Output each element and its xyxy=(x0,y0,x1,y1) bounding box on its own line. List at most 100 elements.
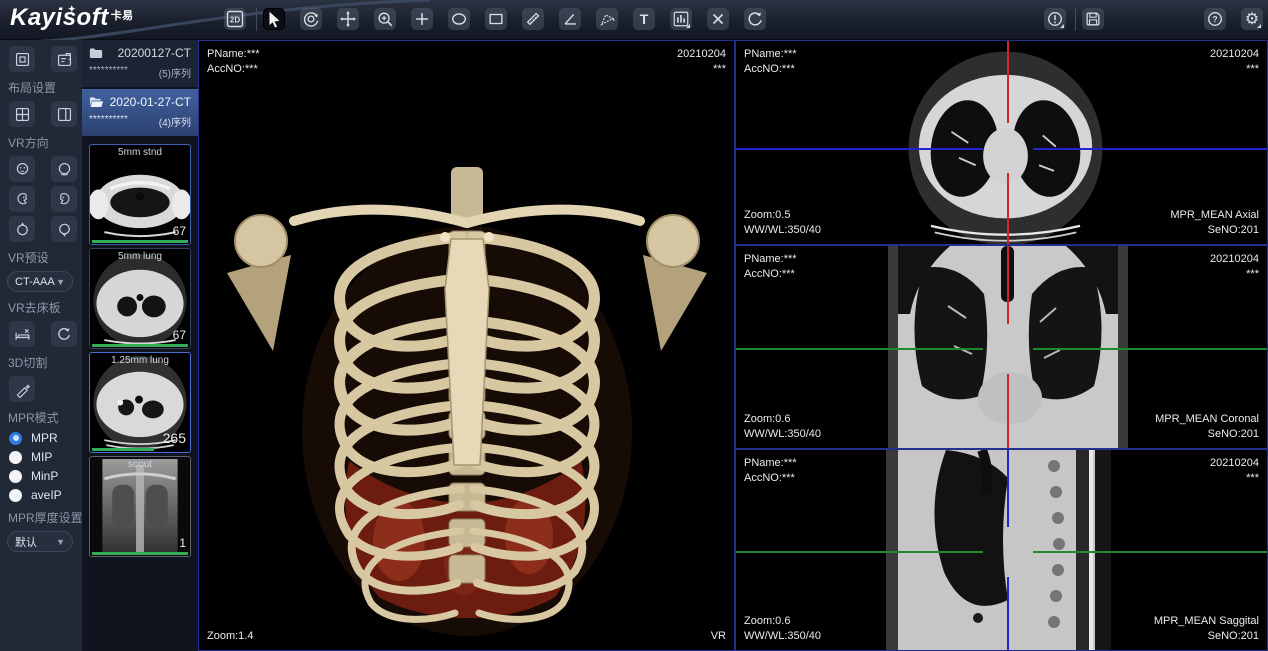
thumbnail-list: 5mm stnd 67 5mm lung 67 xyxy=(82,138,198,651)
vr-type-overlay: VR xyxy=(711,629,726,644)
split-layout-icon xyxy=(56,106,73,123)
thumbnail-image-count: 1 xyxy=(179,536,186,550)
delete-annotation-button[interactable] xyxy=(707,8,729,30)
length-tool-button[interactable] xyxy=(522,8,544,30)
vr-right-profile-icon xyxy=(56,191,73,208)
mpr-thickness-select[interactable]: 默认 ▼ xyxy=(7,531,73,552)
preset-layout-icon xyxy=(56,51,73,68)
sagittal-ct-image xyxy=(886,450,1111,650)
angle-tool-button[interactable] xyxy=(559,8,581,30)
text-tool-button[interactable]: T xyxy=(633,8,655,30)
settings-button[interactable]: ⚙ xyxy=(1241,8,1263,30)
crosshair-horizontal-line[interactable] xyxy=(1033,551,1267,553)
crosshair-tool-button[interactable] xyxy=(411,8,433,30)
series-thumbnail-5mm-lung[interactable]: 5mm lung 67 xyxy=(89,248,191,349)
sagittal-series-overlay: MPR_MEAN SaggitalSeNO:201 xyxy=(1154,614,1259,644)
split-layout-button[interactable] xyxy=(51,101,77,127)
study-item-2[interactable]: 2020-01-27-CT ********** (4)序列 xyxy=(82,89,198,136)
help-icon: ? xyxy=(1206,10,1224,28)
vr-ribcage-render-image xyxy=(199,41,735,651)
restore-bed-button[interactable] xyxy=(51,321,77,347)
viewport-mpr-sagittal[interactable]: PName:***AccNO:*** 20210204*** Zoom:0.6W… xyxy=(735,449,1268,651)
crosshair-horizontal-line[interactable] xyxy=(736,551,983,553)
reset-view-button[interactable] xyxy=(744,8,766,30)
cobb-angle-tool-button[interactable] xyxy=(596,8,618,30)
vr-superior-view-button[interactable] xyxy=(9,216,35,242)
2d-mode-button[interactable]: 2D xyxy=(224,8,246,30)
crosshair-vertical-line[interactable] xyxy=(1007,41,1009,123)
grid-2x2-layout-button[interactable] xyxy=(9,101,35,127)
radio-dot xyxy=(9,432,22,445)
viewport-mpr-axial[interactable]: PName:***AccNO:*** 20210204*** Zoom:0.5W… xyxy=(735,40,1268,245)
cut3d-button[interactable] xyxy=(9,376,35,402)
vr-posterior-view-button[interactable] xyxy=(51,156,77,182)
vr-preset-section-label: VR预设 xyxy=(8,249,82,266)
axial-series-overlay: MPR_MEAN AxialSeNO:201 xyxy=(1170,208,1259,238)
rectangle-tool-button[interactable] xyxy=(485,8,507,30)
crosshair-horizontal-line[interactable] xyxy=(1033,148,1267,150)
coronal-zoom-overlay: Zoom:0.6WW/WL:350/40 xyxy=(744,412,821,442)
ellipse-tool-button[interactable] xyxy=(448,8,470,30)
sagittal-zoom-overlay: Zoom:0.6WW/WL:350/40 xyxy=(744,614,821,644)
info-button[interactable] xyxy=(1044,8,1066,30)
series-thumbnail-scout[interactable]: scout 1 xyxy=(89,456,191,557)
crosshair-vertical-line[interactable] xyxy=(1007,374,1009,448)
vr-patient-overlay: PName:***AccNO:*** xyxy=(207,47,260,77)
thumbnail-label: 5mm lung xyxy=(90,251,190,262)
mpr-mode-section-label: MPR模式 xyxy=(8,409,82,426)
remove-bed-button[interactable] xyxy=(9,321,35,347)
pan-icon xyxy=(339,10,357,28)
radio-dot xyxy=(9,451,22,464)
single-layout-icon xyxy=(14,51,31,68)
pan-tool-button[interactable] xyxy=(337,8,359,30)
mpr-mode-radio-aveip[interactable]: aveIP xyxy=(9,488,82,502)
crosshair-horizontal-line[interactable] xyxy=(736,148,983,150)
viewport-mpr-coronal[interactable]: PName:***AccNO:*** 20210204*** Zoom:0.6W… xyxy=(735,245,1268,449)
coronal-series-overlay: MPR_MEAN CoronalSeNO:201 xyxy=(1155,412,1259,442)
study-title: 20200127-CT xyxy=(118,46,191,60)
single-layout-button[interactable] xyxy=(9,46,35,72)
reset-icon xyxy=(56,326,72,342)
cursor-tool-button[interactable] xyxy=(263,8,285,30)
series-browser-panel: 20200127-CT ********** (5)序列 2020-01-27-… xyxy=(82,40,198,651)
vr-posterior-head-icon xyxy=(56,161,73,178)
crosshair-horizontal-line[interactable] xyxy=(1033,348,1267,350)
vr-left-profile-icon xyxy=(14,191,31,208)
mpr-mode-radio-minp[interactable]: MinP xyxy=(9,469,82,483)
series-thumbnail-5mm-stnd[interactable]: 5mm stnd 67 xyxy=(89,144,191,245)
logo-sparkle-icon: ✦ xyxy=(68,4,76,15)
mpr-mode-radio-mip[interactable]: MIP xyxy=(9,450,82,464)
crosshair-horizontal-line[interactable] xyxy=(736,348,983,350)
save-button[interactable] xyxy=(1082,8,1104,30)
rectangle-icon xyxy=(487,10,505,28)
crosshair-vertical-line[interactable] xyxy=(1007,173,1009,244)
svg-text:?: ? xyxy=(1212,14,1217,24)
help-button[interactable]: ? xyxy=(1204,8,1226,30)
thumbnail-label: scout xyxy=(90,459,190,470)
crosshair-vertical-line[interactable] xyxy=(1007,577,1009,650)
vr-inferior-view-button[interactable] xyxy=(51,216,77,242)
coronal-date-overlay: 20210204*** xyxy=(1210,252,1259,282)
chevron-down-icon: ▼ xyxy=(56,277,65,287)
vr-left-view-button[interactable] xyxy=(9,186,35,212)
study-item-1[interactable]: 20200127-CT ********** (5)序列 xyxy=(82,40,198,87)
orbit-tool-button[interactable] xyxy=(300,8,322,30)
radio-dot xyxy=(9,489,22,502)
dropdown-corner-mark xyxy=(686,24,690,28)
preset-layout-button[interactable] xyxy=(51,46,77,72)
toolbar-divider xyxy=(256,8,257,31)
vr-right-view-button[interactable] xyxy=(51,186,77,212)
app-logo: Kayisoft卡易✦ xyxy=(10,4,134,32)
zoom-tool-button[interactable] xyxy=(374,8,396,30)
crosshair-vertical-line[interactable] xyxy=(1007,450,1009,527)
crosshair-icon xyxy=(413,10,431,28)
mpr-mode-radio-mpr[interactable]: MPR xyxy=(9,431,82,445)
vr-preset-select[interactable]: CT-AAA ▼ xyxy=(7,271,73,292)
series-thumbnail-125mm-lung[interactable]: 1.25mm lung 265 xyxy=(89,352,191,453)
viewport-vr-3d[interactable]: PName:***AccNO:*** 20210204*** Zoom:1.4 … xyxy=(198,40,735,651)
length-measure-icon xyxy=(524,10,542,28)
crosshair-vertical-line[interactable] xyxy=(1007,246,1009,324)
angle-icon xyxy=(561,10,579,28)
vr-anterior-view-button[interactable] xyxy=(9,156,35,182)
histogram-tool-button[interactable] xyxy=(670,8,692,30)
